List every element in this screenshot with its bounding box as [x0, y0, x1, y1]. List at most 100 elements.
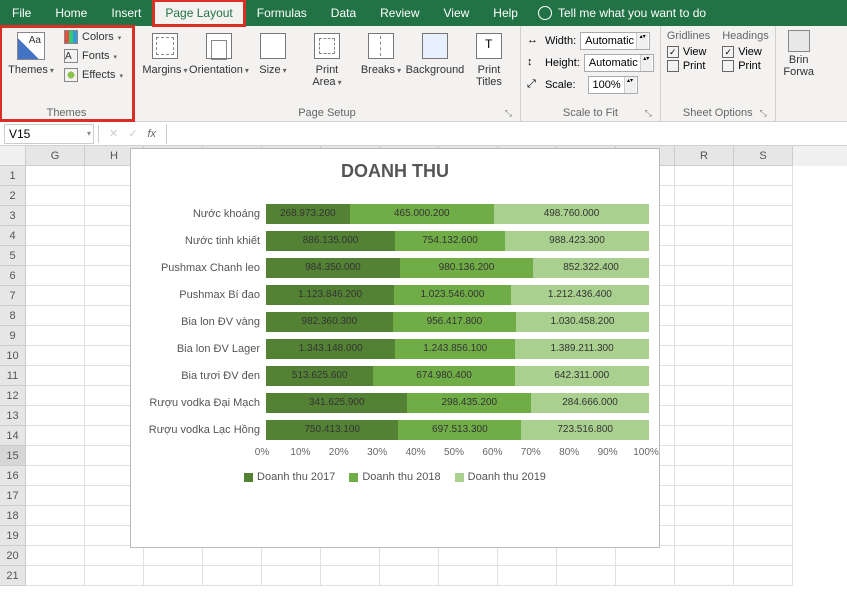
cell[interactable]	[734, 406, 793, 426]
row-header[interactable]: 8	[0, 306, 26, 326]
row-header[interactable]: 3	[0, 206, 26, 226]
cell[interactable]	[26, 206, 85, 226]
width-spin[interactable]: Automatic▴▾	[580, 32, 650, 50]
name-box[interactable]: V15▾	[4, 124, 94, 144]
cell[interactable]	[380, 546, 439, 566]
cell[interactable]	[734, 426, 793, 446]
scale-launcher[interactable]: ⤡	[645, 108, 652, 119]
column-header[interactable]: G	[26, 146, 85, 166]
row-header[interactable]: 1	[0, 166, 26, 186]
tab-insert[interactable]: Insert	[99, 0, 153, 26]
tab-formulas[interactable]: Formulas	[245, 0, 319, 26]
cell[interactable]	[675, 326, 734, 346]
cell[interactable]	[439, 566, 498, 586]
colors-button[interactable]: Colors	[60, 28, 127, 46]
row-header[interactable]: 20	[0, 546, 26, 566]
print-area-button[interactable]: Print Area	[302, 28, 352, 90]
cell[interactable]	[734, 166, 793, 186]
cell[interactable]	[734, 466, 793, 486]
row-header[interactable]: 13	[0, 406, 26, 426]
breaks-button[interactable]: Breaks	[356, 28, 406, 78]
cell[interactable]	[26, 526, 85, 546]
tab-data[interactable]: Data	[319, 0, 368, 26]
row-header[interactable]: 7	[0, 286, 26, 306]
cell[interactable]	[26, 346, 85, 366]
cell[interactable]	[734, 186, 793, 206]
headings-print-checkbox[interactable]: Print	[722, 60, 768, 72]
cell[interactable]	[26, 426, 85, 446]
cell[interactable]	[26, 386, 85, 406]
row-header[interactable]: 12	[0, 386, 26, 406]
cell[interactable]	[675, 306, 734, 326]
cell[interactable]	[262, 566, 321, 586]
cell[interactable]	[734, 286, 793, 306]
cell[interactable]	[85, 546, 144, 566]
select-all-corner[interactable]	[0, 146, 26, 166]
cell[interactable]	[498, 566, 557, 586]
cell[interactable]	[675, 346, 734, 366]
cell[interactable]	[26, 506, 85, 526]
cell[interactable]	[675, 186, 734, 206]
cell[interactable]	[734, 386, 793, 406]
cell[interactable]	[675, 366, 734, 386]
cell[interactable]	[144, 546, 203, 566]
column-header[interactable]: R	[675, 146, 734, 166]
row-header[interactable]: 16	[0, 466, 26, 486]
background-button[interactable]: Background	[410, 28, 460, 78]
cell[interactable]	[734, 486, 793, 506]
tab-page-layout[interactable]: Page Layout	[153, 0, 244, 26]
cell[interactable]	[557, 546, 616, 566]
cell[interactable]	[675, 446, 734, 466]
formula-input[interactable]	[166, 124, 847, 144]
orientation-button[interactable]: Orientation	[194, 28, 244, 78]
tab-view[interactable]: View	[432, 0, 482, 26]
cell[interactable]	[26, 166, 85, 186]
column-header[interactable]: S	[734, 146, 793, 166]
row-header[interactable]: 6	[0, 266, 26, 286]
row-header[interactable]: 19	[0, 526, 26, 546]
cell[interactable]	[26, 546, 85, 566]
cell[interactable]	[26, 286, 85, 306]
cell[interactable]	[26, 466, 85, 486]
cell[interactable]	[675, 286, 734, 306]
bring-forward-button[interactable]: Brin Forwa	[782, 28, 816, 80]
cell[interactable]	[734, 566, 793, 586]
cell[interactable]	[734, 506, 793, 526]
row-header[interactable]: 17	[0, 486, 26, 506]
headings-view-checkbox[interactable]: View	[722, 46, 768, 58]
cell[interactable]	[675, 566, 734, 586]
cell[interactable]	[203, 566, 262, 586]
tab-home[interactable]: Home	[43, 0, 99, 26]
row-header[interactable]: 15	[0, 446, 26, 466]
gridlines-view-checkbox[interactable]: View	[667, 46, 710, 58]
themes-button[interactable]: Themes	[6, 28, 56, 78]
cell[interactable]	[321, 566, 380, 586]
cell[interactable]	[675, 466, 734, 486]
cell[interactable]	[675, 266, 734, 286]
cell[interactable]	[498, 546, 557, 566]
tab-file[interactable]: File	[0, 0, 43, 26]
cell[interactable]	[734, 206, 793, 226]
row-header[interactable]: 21	[0, 566, 26, 586]
cell[interactable]	[734, 346, 793, 366]
cell[interactable]	[675, 546, 734, 566]
cell[interactable]	[675, 486, 734, 506]
cell[interactable]	[675, 526, 734, 546]
row-header[interactable]: 14	[0, 426, 26, 446]
cell[interactable]	[26, 566, 85, 586]
cell[interactable]	[26, 226, 85, 246]
row-header[interactable]: 9	[0, 326, 26, 346]
row-header[interactable]: 10	[0, 346, 26, 366]
cell[interactable]	[734, 226, 793, 246]
cell[interactable]	[321, 546, 380, 566]
cell[interactable]	[734, 326, 793, 346]
height-spin[interactable]: Automatic▴▾	[584, 54, 654, 72]
tell-me-search[interactable]: Tell me what you want to do	[538, 0, 706, 26]
cell[interactable]	[734, 306, 793, 326]
cell[interactable]	[675, 506, 734, 526]
embedded-chart[interactable]: DOANH THU Nước khoáng268.973.200465.000.…	[130, 148, 660, 548]
cell[interactable]	[734, 246, 793, 266]
cell[interactable]	[557, 566, 616, 586]
cell[interactable]	[675, 246, 734, 266]
cancel-formula-icon[interactable]: ✕	[109, 127, 118, 140]
